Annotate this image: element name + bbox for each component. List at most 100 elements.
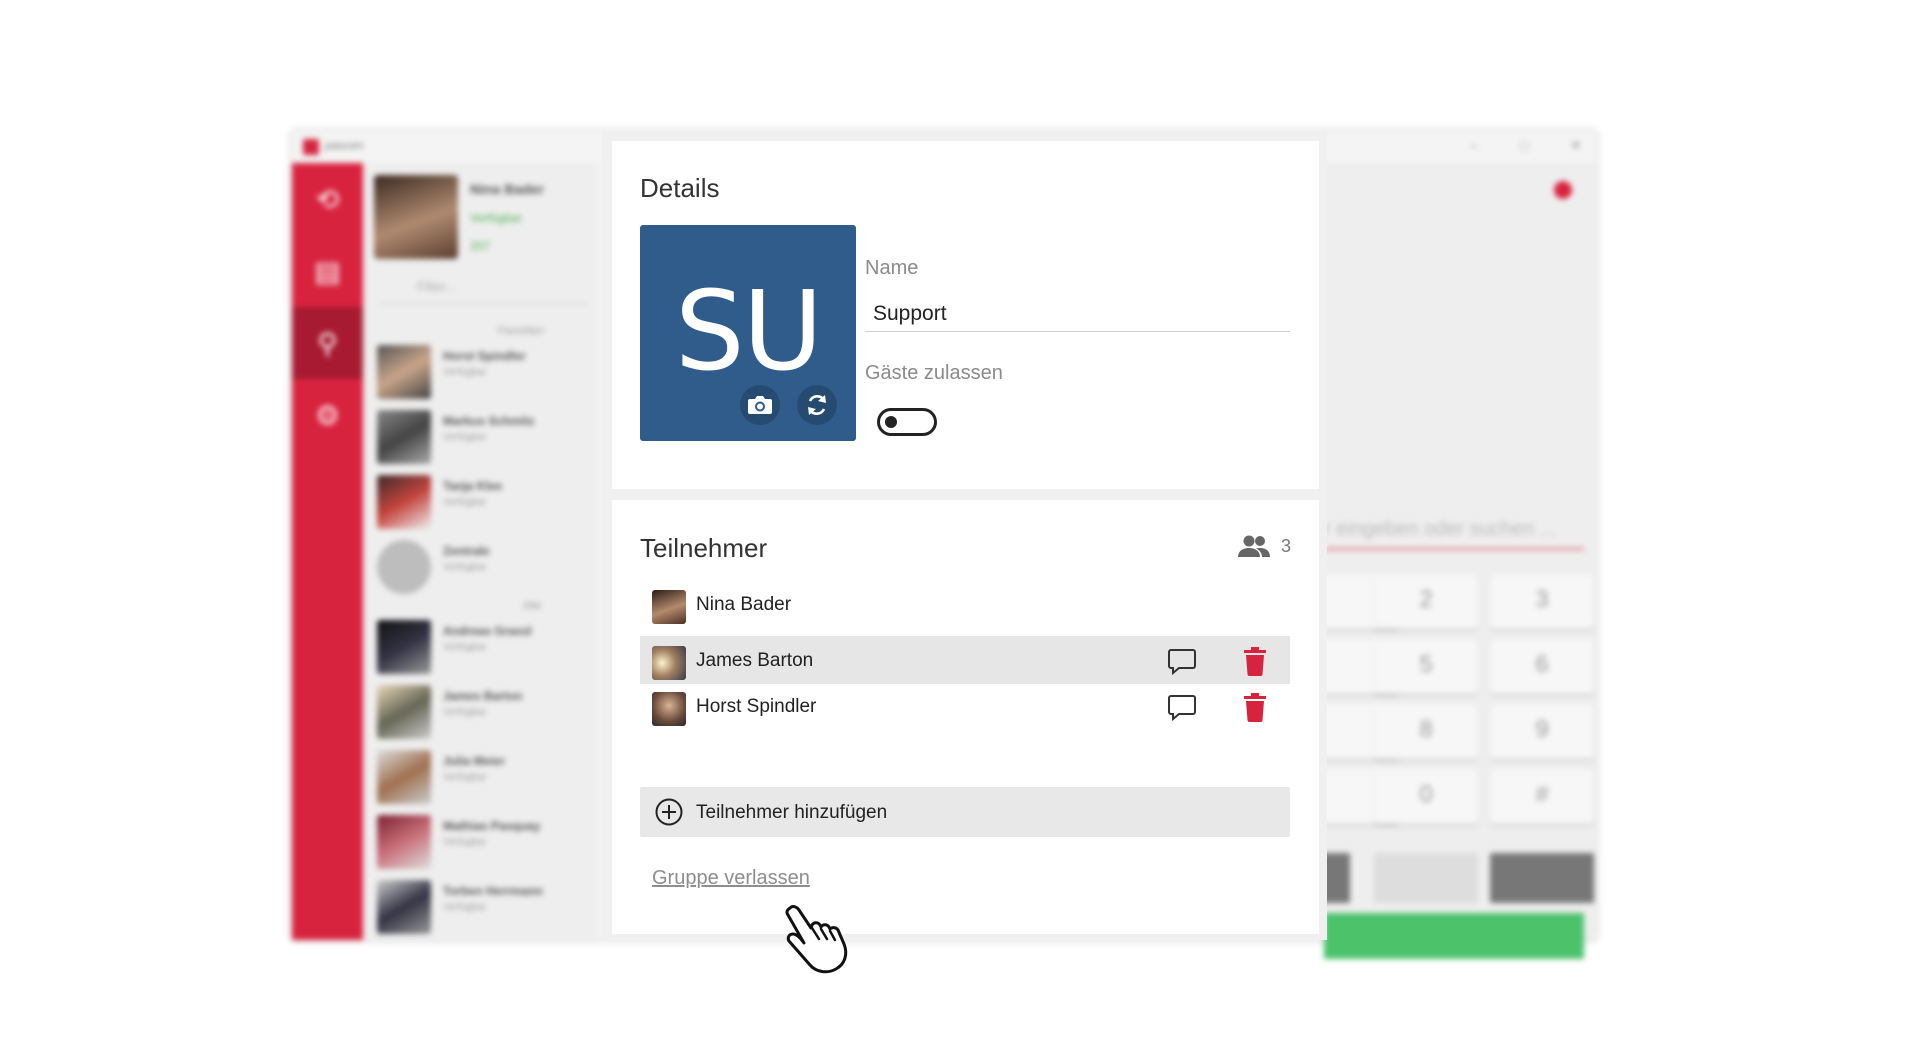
key-9[interactable]: 9 [1490, 705, 1594, 759]
contact-name: Torben Herrmann [443, 884, 543, 898]
participant-name: Horst Spindler [696, 696, 817, 717]
participants-card: Teilnehmer 3 Nina Bader James Barton Hor… [612, 500, 1319, 934]
contact-name: Mathias Pasquay [443, 819, 541, 833]
add-participant-button[interactable]: Teilnehmer hinzufügen [640, 787, 1290, 837]
contact-name: Horst Spindler [443, 349, 526, 363]
participant-count: 3 [1237, 534, 1291, 558]
contact-photo [377, 475, 431, 529]
key-hash[interactable]: # [1490, 770, 1594, 824]
nav-rail: ⟲ ▤ ⚲ ⚙ [292, 163, 363, 940]
my-extension: 207 [470, 239, 491, 253]
chat-icon[interactable] [1167, 693, 1197, 721]
contact-photo [377, 540, 431, 594]
name-input[interactable] [865, 296, 1290, 332]
contact-status: Verfügbar [443, 562, 487, 573]
filter-input[interactable]: Filter... [377, 273, 587, 304]
contact-name: Julia Meier [443, 754, 506, 768]
contact-photo [377, 685, 431, 739]
chat-icon[interactable] [1167, 647, 1197, 675]
guests-label: Gäste zulassen [865, 362, 1003, 384]
people-icon [1237, 535, 1270, 557]
add-participant-label: Teilnehmer hinzufügen [696, 802, 888, 823]
app-title: pascom [325, 140, 364, 152]
dialer-settings-icon[interactable] [1554, 181, 1572, 199]
participant-name: James Barton [696, 650, 814, 671]
contact-row[interactable]: Markus Schmitz Verfügbar [377, 406, 592, 464]
participant-avatar [652, 692, 686, 726]
key-6[interactable]: 6 [1490, 640, 1594, 694]
add-circle-icon [655, 798, 683, 826]
key-8[interactable]: 8 [1374, 705, 1478, 759]
participant-count-value: 3 [1280, 535, 1291, 556]
contact-row[interactable]: Torben Herrmann Verfügbar [377, 876, 592, 934]
name-label: Name [865, 257, 919, 279]
group-avatar: SU [640, 225, 856, 441]
refresh-icon[interactable] [797, 385, 837, 425]
video-button[interactable] [1490, 853, 1594, 903]
app-logo [303, 139, 319, 155]
contact-photo [377, 345, 431, 399]
participant-avatar [652, 590, 686, 624]
dialer-pane: r eingeben oder suchen ... 2 3 5 6 8 9 0… [1296, 163, 1596, 959]
call-button[interactable] [1324, 913, 1584, 959]
leave-group-link[interactable]: Gruppe verlassen [652, 867, 810, 890]
contact-name: Andreas Grassl [443, 624, 532, 638]
maximize-button[interactable]: □ [1520, 137, 1528, 153]
contact-row[interactable]: Tanja Klee Verfügbar [377, 471, 592, 529]
contact-name: James Barton [443, 689, 523, 703]
details-title: Details [640, 173, 720, 203]
contact-row[interactable]: Mathias Pasquay Verfügbar [377, 811, 592, 869]
details-card: Details SU Name Gäste zulassen [612, 141, 1319, 489]
contact-name: Tanja Klee [443, 479, 503, 493]
contact-name: Zentrale [443, 544, 490, 558]
camera-icon[interactable] [740, 385, 780, 425]
key-5[interactable]: 5 [1374, 640, 1478, 694]
dial-input[interactable]: r eingeben oder suchen ... [1324, 518, 1584, 550]
key-2[interactable]: 2 [1374, 575, 1478, 629]
minimize-button[interactable]: – [1470, 137, 1478, 153]
contact-status: Verfügbar [443, 772, 487, 783]
contacts-pane: Nina Bader Verfügbar 207 Filter... Favor… [363, 163, 596, 940]
contact-row[interactable]: Julia Meier Verfügbar [377, 746, 592, 804]
key-0[interactable]: 0 [1374, 770, 1478, 824]
contact-status: Verfügbar [443, 642, 487, 653]
contact-status: Verfügbar [443, 497, 487, 508]
filter-placeholder: Filter... [417, 279, 457, 294]
settings-icon[interactable]: ⚙ [292, 379, 363, 451]
contact-status: Verfügbar [443, 707, 487, 718]
hand-cursor-icon [785, 905, 848, 974]
contact-row[interactable]: James Barton Verfügbar [377, 681, 592, 739]
delete-icon[interactable] [1243, 646, 1267, 676]
favorites-label: Favoriten [498, 325, 544, 337]
participant-row-james-barton[interactable]: James Barton [640, 636, 1290, 684]
history-icon[interactable]: ⟲ [292, 163, 363, 235]
guests-toggle[interactable] [877, 408, 937, 436]
contact-status: Verfügbar [443, 902, 487, 913]
contact-row[interactable]: Zentrale Verfügbar [377, 536, 592, 594]
participant-row-horst-spindler[interactable]: Horst Spindler [640, 682, 1290, 730]
search-icon[interactable]: ⚲ [292, 307, 363, 379]
voicemail-button[interactable] [1374, 853, 1478, 903]
contacts-icon[interactable]: ▤ [292, 235, 363, 307]
delete-icon[interactable] [1243, 692, 1267, 722]
my-avatar[interactable] [374, 175, 458, 259]
contact-row[interactable]: Horst Spindler Verfügbar [377, 341, 592, 399]
contact-name: Markus Schmitz [443, 414, 535, 428]
participant-name: Nina Bader [696, 594, 792, 615]
avatar-initials: SU [674, 267, 823, 395]
close-button[interactable]: ✕ [1570, 137, 1582, 154]
toggle-knob [885, 416, 897, 428]
contact-photo [377, 750, 431, 804]
participants-title: Teilnehmer [640, 533, 768, 563]
my-name: Nina Bader [470, 181, 544, 197]
contact-photo [377, 410, 431, 464]
participant-row-nina-bader[interactable]: Nina Bader [640, 580, 1290, 628]
contact-photo [377, 880, 431, 934]
key-3[interactable]: 3 [1490, 575, 1594, 629]
participant-avatar [652, 646, 686, 680]
contact-status: Verfügbar [443, 432, 487, 443]
my-status[interactable]: Verfügbar [470, 211, 522, 225]
contact-row[interactable]: Andreas Grassl Verfügbar [377, 616, 592, 674]
dial-placeholder: r eingeben oder suchen ... [1324, 518, 1557, 540]
contact-photo [377, 815, 431, 869]
